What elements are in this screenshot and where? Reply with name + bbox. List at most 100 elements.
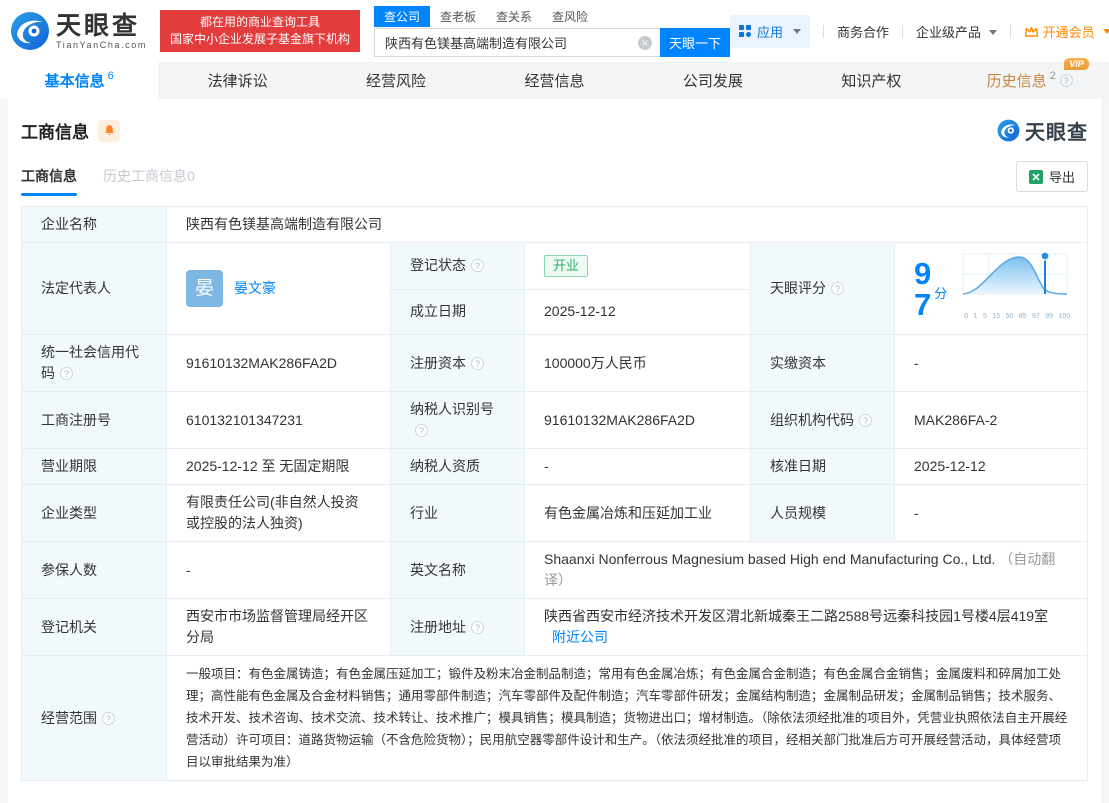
field-value-registered-address: 陕西省西安市经济技术开发区渭北新城秦王二路2588号远秦科技园1号楼4层419室… <box>525 599 1088 656</box>
field-label-registered-address: 注册地址? <box>391 599 525 656</box>
open-vip-label: 开通会员 <box>1043 22 1095 41</box>
field-label-taxpayer-qualification: 纳税人资质 <box>391 449 525 485</box>
field-label-company-type: 企业类型 <box>22 485 167 542</box>
field-value-staff-size: - <box>895 485 1088 542</box>
top-menu: 应用 商务合作 企业级产品 开通会员 超级... <box>730 15 1109 48</box>
chevron-down-icon <box>1103 29 1109 38</box>
search-tab-relation[interactable]: 查关系 <box>486 6 542 27</box>
business-info-table: 企业名称 陕西有色镁基高端制造有限公司 法定代表人 晏 晏文豪 登记状态? 开业… <box>21 206 1088 781</box>
enterprise-products-label: 企业级产品 <box>916 25 981 40</box>
business-info-panel: 工商信息 天眼查 工商信息 历史工商信息0 导出 <box>8 99 1101 803</box>
tab-count: 2 <box>1050 70 1056 82</box>
field-value-insured-count: - <box>167 542 391 599</box>
field-value-uscc: 91610132MAK286FA2D <box>167 335 391 392</box>
tianyancha-eye-icon <box>997 119 1020 142</box>
open-vip-menu[interactable]: 开通会员 <box>1024 22 1109 41</box>
menu-divider <box>823 25 824 38</box>
label-text: 成立日期 <box>410 303 466 319</box>
search-button[interactable]: 天眼一下 <box>660 28 730 57</box>
field-value-taxpayer-id: 91610132MAK286FA2D <box>525 392 751 449</box>
field-value-reg-capital: 100000万人民币 <box>525 335 751 392</box>
field-value-registration-authority: 西安市市场监督管理局经开区分局 <box>167 599 391 656</box>
score-value: 97 <box>914 258 931 320</box>
field-value-taxpayer-qualification: - <box>525 449 751 485</box>
label-text: 实缴资本 <box>770 355 826 371</box>
tab-basic-info[interactable]: 基本信息 6 <box>0 62 158 99</box>
export-button[interactable]: 导出 <box>1016 161 1088 192</box>
label-text: 企业名称 <box>41 216 97 232</box>
tab-history-info[interactable]: 历史信息 2 ? VIP <box>951 62 1109 99</box>
section-header: 工商信息 天眼查 <box>21 116 1088 145</box>
field-label-industry: 行业 <box>391 485 525 542</box>
crown-icon <box>1024 25 1039 38</box>
business-cooperation-link[interactable]: 商务合作 <box>837 22 889 41</box>
tab-intellectual-property[interactable]: 知识产权 <box>792 62 950 99</box>
avatar[interactable]: 晏 <box>186 270 223 307</box>
field-label-tyc-score: 天眼评分? <box>751 243 895 335</box>
help-icon[interactable]: ? <box>1060 74 1073 87</box>
apps-menu[interactable]: 应用 <box>730 15 810 48</box>
help-icon[interactable]: ? <box>471 357 484 370</box>
field-value-english-name: Shaanxi Nonferrous Magnesium based High … <box>525 542 1088 599</box>
field-label-business-term: 营业期限 <box>22 449 167 485</box>
clear-search-icon[interactable]: ✕ <box>638 36 652 50</box>
table-row: 营业期限 2025-12-12 至 无固定期限 纳税人资质 - 核准日期 202… <box>22 449 1088 485</box>
legal-rep-link[interactable]: 晏文豪 <box>234 278 276 299</box>
slogan-line2: 国家中小企业发展子基金旗下机构 <box>170 31 350 48</box>
search-input[interactable] <box>374 28 660 57</box>
table-row: 经营范围? 一般项目：有色金属铸造；有色金属压延加工；锻件及粉末冶金制品制造；常… <box>22 656 1088 781</box>
status-badge: 开业 <box>544 255 588 277</box>
subtab-history-business-info[interactable]: 历史工商信息0 <box>103 166 195 196</box>
help-icon[interactable]: ? <box>471 259 484 272</box>
search-tab-company[interactable]: 查公司 <box>374 6 430 27</box>
field-label-org-code: 组织机构代码? <box>751 392 895 449</box>
tab-company-development[interactable]: 公司发展 <box>634 62 792 99</box>
table-row: 企业类型 有限责任公司(非自然人投资或控股的法人独资) 行业 有色金属冶炼和压延… <box>22 485 1088 542</box>
score-axis-ticks: 01 515 5085 9799 100 <box>964 306 1070 327</box>
logo-text: 天眼查 TianYanCha.com <box>56 13 147 50</box>
search-tab-boss[interactable]: 查老板 <box>430 6 486 27</box>
brand-name: 天眼查 <box>56 13 147 39</box>
company-section-nav: 基本信息 6 法律诉讼 经营风险 经营信息 公司发展 知识产权 历史信息 2 ?… <box>0 62 1109 99</box>
tab-label: 基本信息 <box>45 70 105 91</box>
label-text: 英文名称 <box>410 562 466 578</box>
label-text: 经营范围 <box>41 710 97 726</box>
tab-label: 公司发展 <box>683 70 743 91</box>
field-label-paid-capital: 实缴资本 <box>751 335 895 392</box>
tab-operation-info[interactable]: 经营信息 <box>475 62 633 99</box>
menu-divider <box>1010 25 1011 38</box>
help-icon[interactable]: ? <box>415 424 428 437</box>
subtab-row: 工商信息 历史工商信息0 导出 <box>21 161 1088 196</box>
subscribe-bell-button[interactable] <box>98 120 120 142</box>
table-row: 企业名称 陕西有色镁基高端制造有限公司 <box>22 207 1088 243</box>
search-tab-risk[interactable]: 查风险 <box>542 6 598 27</box>
field-label-reg-number: 工商注册号 <box>22 392 167 449</box>
chevron-down-icon <box>793 29 801 38</box>
label-text: 人员规模 <box>770 505 826 521</box>
top-header: 天眼查 TianYanCha.com 都在用的商业查询工具 国家中小企业发展子基… <box>0 0 1109 62</box>
field-label-reg-status: 登记状态? <box>391 243 525 290</box>
address-text: 陕西省西安市经济技术开发区渭北新城秦王二路2588号远秦科技园1号楼4层419室 <box>544 608 1048 624</box>
tab-label: 历史信息 <box>987 70 1047 91</box>
field-value-org-code: MAK286FA-2 <box>895 392 1088 449</box>
help-icon[interactable]: ? <box>102 712 115 725</box>
tianyancha-logo[interactable]: 天眼查 TianYanCha.com <box>10 11 147 51</box>
field-value-approval-date: 2025-12-12 <box>895 449 1088 485</box>
nearby-companies-link[interactable]: 附近公司 <box>552 629 608 645</box>
subtab-business-info[interactable]: 工商信息 <box>21 166 77 196</box>
field-value-established: 2025-12-12 <box>525 289 751 334</box>
help-icon[interactable]: ? <box>831 282 844 295</box>
help-icon[interactable]: ? <box>60 367 73 380</box>
field-value-reg-number: 610132101347231 <box>167 392 391 449</box>
table-row: 统一社会信用代码? 91610132MAK286FA2D 注册资本? 10000… <box>22 335 1088 392</box>
help-icon[interactable]: ? <box>471 621 484 634</box>
tab-legal-litigation[interactable]: 法律诉讼 <box>158 62 316 99</box>
tab-operation-risk[interactable]: 经营风险 <box>317 62 475 99</box>
section-title: 工商信息 <box>21 118 89 143</box>
label-text: 登记机关 <box>41 619 97 635</box>
field-value-paid-capital: - <box>895 335 1088 392</box>
help-icon[interactable]: ? <box>859 414 872 427</box>
table-row: 法定代表人 晏 晏文豪 登记状态? 开业 天眼评分? 97 分 <box>22 243 1088 290</box>
enterprise-products-menu[interactable]: 企业级产品 <box>916 22 997 41</box>
score-distribution-chart: 01 515 5085 9799 100 <box>959 250 1073 327</box>
